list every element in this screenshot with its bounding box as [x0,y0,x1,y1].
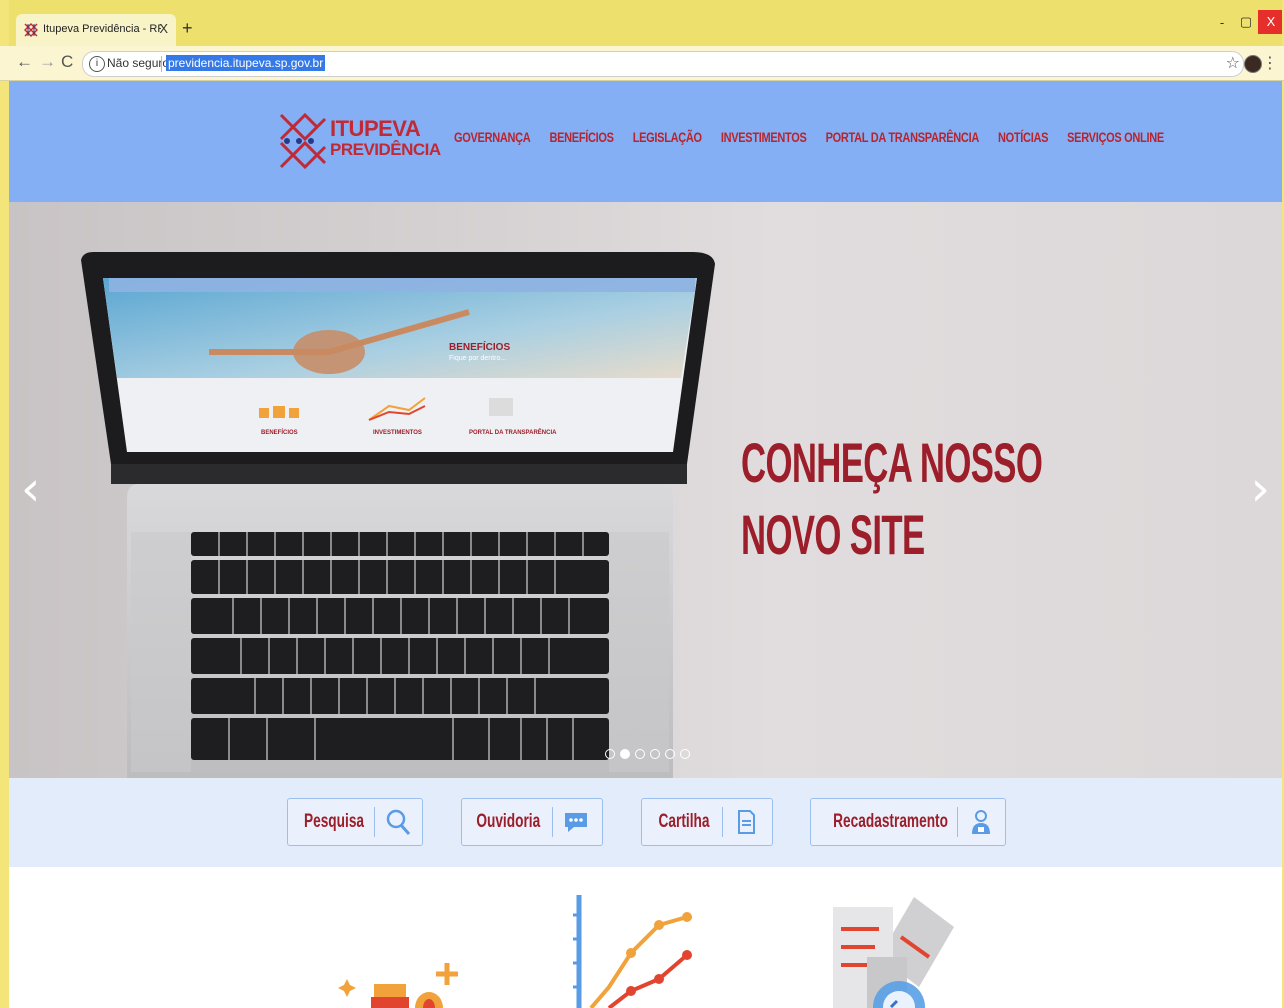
carousel-dot[interactable] [635,749,645,759]
carousel-prev-arrow-icon[interactable]: ‹ [21,459,40,519]
document-icon [738,810,755,834]
site-favicon-icon [24,23,38,37]
back-arrow-icon[interactable]: ← [16,52,33,72]
carousel-dot[interactable] [605,749,615,759]
minimize-button[interactable]: - [1210,15,1234,30]
growth-chart-illustration [573,895,692,1008]
carousel-dot-active[interactable] [620,749,630,759]
hero-carousel: BENEFÍCIOS Fique por dentro... BENEFÍCIO… [9,202,1282,778]
nav-item-servicos-online[interactable]: SERVIÇOS ONLINE [1067,131,1164,146]
url-divider [161,56,162,72]
address-bar[interactable]: i Não seguro previdencia.itupeva.sp.gov.… [82,51,1244,77]
nav-item-investimentos[interactable]: INVESTIMENTOS [721,131,807,146]
recadastramento-button[interactable]: Recadastramento [810,798,1006,846]
button-divider [722,807,723,837]
nav-item-beneficios[interactable]: BENEFÍCIOS [549,131,614,146]
carousel-pagination [605,749,690,759]
tab-title: Itupeva Previdência - RPPS do m [43,23,161,35]
site-header: ITUPEVA PREVIDÊNCIA GOVERNANÇA BENEFÍCIO… [9,81,1282,202]
ouvidoria-label: Ouvidoria [476,811,541,832]
logo-text-itupeva: ITUPEVA [330,116,421,141]
hero-headline-line1: CONHEÇA NOSSO [741,431,1043,494]
tab-close-button[interactable]: X [159,21,168,36]
info-icon[interactable]: i [89,56,105,72]
profile-avatar[interactable] [1244,55,1262,73]
hero-headline-line2: NOVO SITE [741,503,925,566]
feature-illustrations [9,867,1282,1008]
nav-item-portal-transparencia[interactable]: PORTAL DA TRANSPARÊNCIA [826,131,980,146]
screen-label-beneficios: BENEFÍCIOS [261,428,298,436]
bookmark-star-icon[interactable]: ☆ [1226,53,1240,72]
main-nav: GOVERNANÇA BENEFÍCIOS LEGISLAÇÃO INVESTI… [454,131,1164,146]
browser-toolbar: ← → C i Não seguro previdencia.itupeva.s… [0,46,1284,81]
logo-mark-icon [279,113,327,169]
button-divider [957,807,958,837]
transparency-documents-illustration [833,897,954,1008]
recadastramento-label: Recadastramento [833,811,948,832]
window-close-button[interactable]: X [1258,10,1284,34]
carousel-dot[interactable] [680,749,690,759]
screen-label-transparencia: PORTAL DA TRANSPARÊNCIA [469,428,557,436]
nav-item-governanca[interactable]: GOVERNANÇA [454,131,531,146]
cartilha-button[interactable]: Cartilha [641,798,773,846]
screen-heading: BENEFÍCIOS [449,340,510,353]
browser-tab[interactable]: Itupeva Previdência - RPPS do m X [16,14,176,46]
nav-item-legislacao[interactable]: LEGISLAÇÃO [633,131,702,146]
cartilha-label: Cartilha [658,811,710,832]
window-controls: - ▢ X [1210,10,1284,34]
carousel-next-arrow-icon[interactable]: › [1251,459,1270,519]
laptop-illustration: BENEFÍCIOS Fique por dentro... BENEFÍCIO… [81,252,715,778]
restore-button[interactable]: ▢ [1234,14,1258,30]
carousel-dot[interactable] [650,749,660,759]
security-label[interactable]: Não seguro [107,56,169,70]
screen-subheading: Fique por dentro... [449,355,506,362]
screen-label-investimentos: INVESTIMENTOS [373,430,422,436]
browser-menu-icon[interactable]: ⋮ [1262,53,1278,72]
button-divider [374,807,375,837]
search-icon [386,809,411,835]
url-text[interactable]: previdencia.itupeva.sp.gov.br [166,55,326,71]
forward-arrow-icon[interactable]: → [39,52,56,72]
site-logo[interactable]: ITUPEVA PREVIDÊNCIA [279,109,441,173]
pesquisa-label: Pesquisa [303,811,365,832]
pesquisa-button[interactable]: Pesquisa [287,798,423,846]
quick-links-bar: Pesquisa Ouvidoria Cartilha Recadastrame… [9,778,1282,867]
person-icon [972,810,990,834]
browser-tab-strip: Itupeva Previdência - RPPS do m X + - ▢ … [0,0,1284,46]
window-frame-left [0,0,9,1008]
chat-icon [565,813,587,832]
logo-text-previdencia: PREVIDÊNCIA [330,140,441,159]
nav-item-noticias[interactable]: NOTÍCIAS [998,131,1048,146]
coins-illustration [338,963,458,1008]
carousel-dot[interactable] [665,749,675,759]
hero-headline: CONHEÇA NOSSO NOVO SITE [741,427,1043,571]
button-divider [552,807,553,837]
reload-icon[interactable]: C [61,52,73,72]
ouvidoria-button[interactable]: Ouvidoria [461,798,603,846]
new-tab-button[interactable]: + [182,18,193,38]
